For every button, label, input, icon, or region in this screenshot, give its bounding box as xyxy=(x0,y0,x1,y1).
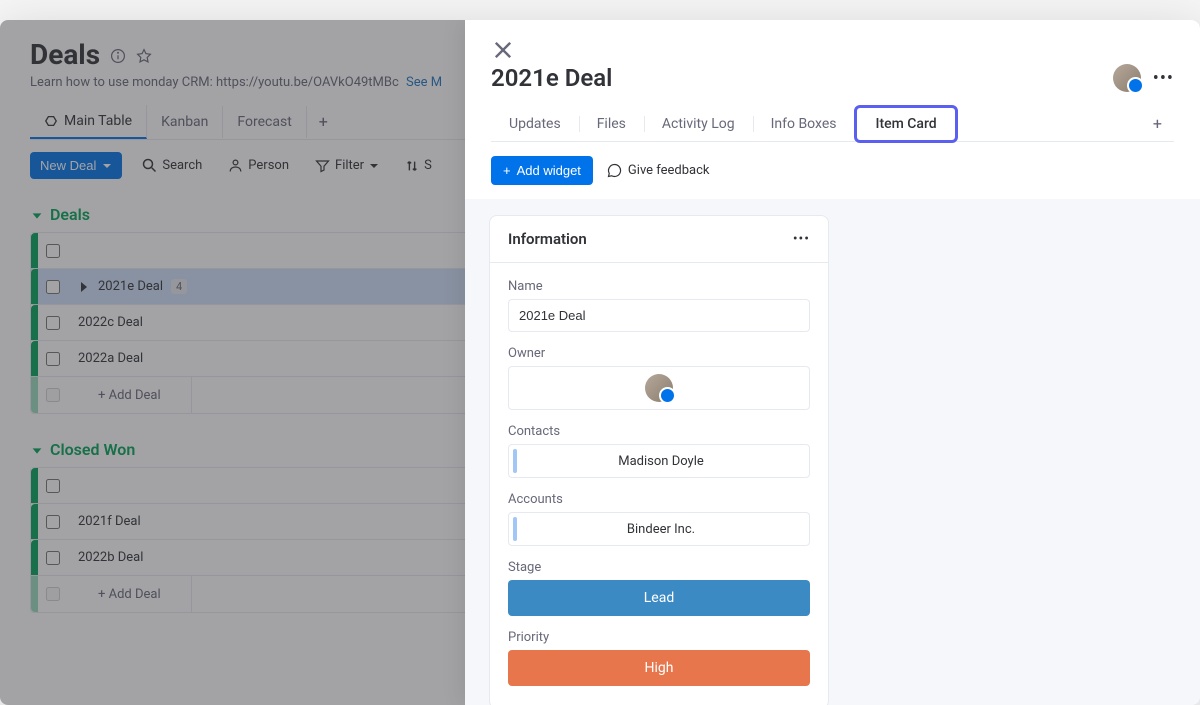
contacts-label: Contacts xyxy=(508,424,810,439)
information-card: Information ••• Name Owner xyxy=(489,215,829,705)
give-feedback-button[interactable]: Give feedback xyxy=(607,163,710,178)
accounts-label: Accounts xyxy=(508,492,810,507)
panel-title[interactable]: 2021e Deal xyxy=(491,64,612,92)
priority-value[interactable]: High xyxy=(508,650,810,686)
tab-item-card[interactable]: Item Card xyxy=(854,105,957,143)
name-field: Name xyxy=(508,279,810,332)
stage-label: Stage xyxy=(508,560,810,575)
tab-updates[interactable]: Updates xyxy=(491,108,579,140)
card-more-icon[interactable]: ••• xyxy=(793,231,810,247)
avatar[interactable] xyxy=(1113,64,1141,92)
accounts-value[interactable]: Bindeer Inc. xyxy=(508,512,810,546)
stage-value[interactable]: Lead xyxy=(508,580,810,616)
more-icon[interactable]: ••• xyxy=(1153,68,1174,89)
priority-label: Priority xyxy=(508,630,810,645)
avatar xyxy=(645,374,673,402)
owner-label: Owner xyxy=(508,346,810,361)
add-widget-button[interactable]: + Add widget xyxy=(491,156,593,185)
tab-info-boxes[interactable]: Info Boxes xyxy=(753,108,855,140)
card-title: Information xyxy=(508,230,587,248)
contacts-field: Contacts Madison Doyle xyxy=(508,424,810,478)
tab-files[interactable]: Files xyxy=(579,108,644,140)
item-panel: 2021e Deal ••• Updates Files Activity Lo… xyxy=(465,20,1200,705)
close-icon[interactable] xyxy=(491,38,515,62)
add-tab-button[interactable]: + xyxy=(1141,106,1174,141)
feedback-icon xyxy=(607,163,622,178)
panel-tabs: Updates Files Activity Log Info Boxes It… xyxy=(491,106,1174,142)
accounts-field: Accounts Bindeer Inc. xyxy=(508,492,810,546)
name-label: Name xyxy=(508,279,810,294)
tab-activity-log[interactable]: Activity Log xyxy=(644,108,753,140)
priority-field: Priority High xyxy=(508,630,810,686)
owner-field: Owner xyxy=(508,346,810,410)
name-input[interactable] xyxy=(508,299,810,332)
owner-value[interactable] xyxy=(508,366,810,410)
contacts-value[interactable]: Madison Doyle xyxy=(508,444,810,478)
stage-field: Stage Lead xyxy=(508,560,810,616)
plus-icon: + xyxy=(503,163,511,178)
panel-toolbar: + Add widget Give feedback xyxy=(465,142,1200,199)
